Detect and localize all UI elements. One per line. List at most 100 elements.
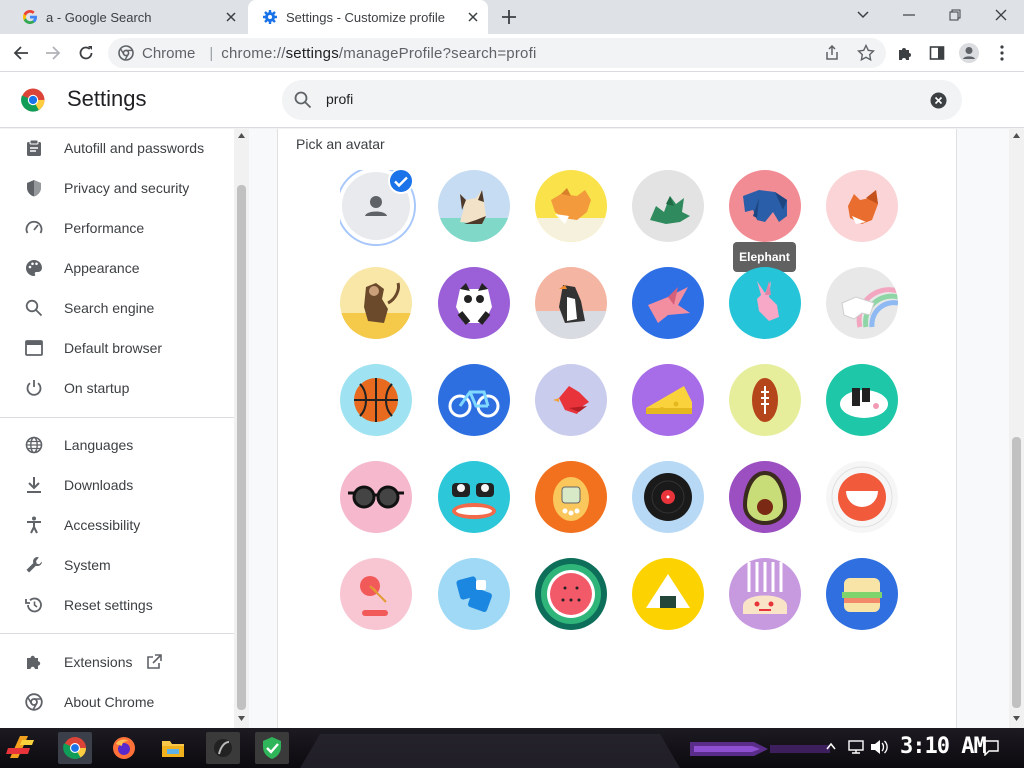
sidebar-item-privacy[interactable]: Privacy and security xyxy=(0,168,234,208)
avatar-monkey[interactable] xyxy=(340,267,412,339)
avatar-pizza[interactable] xyxy=(729,558,801,630)
tab-settings[interactable]: Settings - Customize profile xyxy=(248,0,488,34)
taskbar-purple-accent xyxy=(690,742,768,756)
chevron-up-icon[interactable] xyxy=(826,742,836,750)
avatar xyxy=(959,43,979,63)
avatar-ice-cream[interactable] xyxy=(340,558,412,630)
media-icon[interactable] xyxy=(206,732,240,764)
avatar-panda[interactable] xyxy=(438,267,510,339)
bookmark-star-icon[interactable] xyxy=(857,44,875,62)
arrow-right-icon xyxy=(46,46,61,60)
sidebar-item-performance[interactable]: Performance xyxy=(0,208,234,248)
firefox-icon[interactable] xyxy=(107,732,141,764)
avatar-tamagotchi[interactable] xyxy=(535,461,607,533)
avatar-rabbit[interactable] xyxy=(729,267,801,339)
site-label: Chrome xyxy=(142,44,196,62)
scroll-down-arrow-icon[interactable] xyxy=(238,716,245,721)
avatar-sunglasses[interactable] xyxy=(340,461,412,533)
search-input[interactable]: profi xyxy=(282,80,962,120)
new-tab-button[interactable] xyxy=(498,6,520,28)
avatar-blocks[interactable] xyxy=(438,558,510,630)
start-icon[interactable] xyxy=(4,732,38,764)
tab-google-search[interactable]: a - Google Search xyxy=(8,0,246,34)
sidebar-item-appearance[interactable]: Appearance xyxy=(0,248,234,288)
avatar-avocado[interactable] xyxy=(729,461,801,533)
avatar-sushi-plate[interactable] xyxy=(826,364,898,436)
sidebar-scrollbar-thumb[interactable] xyxy=(237,185,246,710)
notifications-icon[interactable] xyxy=(983,740,999,756)
system-clock[interactable]: 3:10 AM xyxy=(900,734,987,759)
address-bar[interactable]: Chrome | chrome://settings/manageProfile… xyxy=(108,38,886,68)
chrome-logo-icon xyxy=(24,692,44,712)
avatar-unicorn[interactable] xyxy=(826,267,898,339)
sidebar-item-autofill[interactable]: Autofill and passwords xyxy=(0,128,234,168)
avatar-cat[interactable] xyxy=(438,170,510,242)
sidebar-item-about-chrome[interactable]: About Chrome xyxy=(0,682,234,722)
forward-button[interactable] xyxy=(38,38,68,68)
avatar-butterfly[interactable] xyxy=(632,267,704,339)
file-explorer-icon[interactable] xyxy=(156,732,190,764)
side-panel-button[interactable] xyxy=(922,38,952,68)
avatar-sandwich[interactable] xyxy=(826,558,898,630)
profile-button[interactable] xyxy=(954,38,984,68)
kebab-menu-icon xyxy=(1000,45,1004,61)
network-icon[interactable] xyxy=(848,740,864,754)
power-icon xyxy=(24,378,44,398)
avatar-football[interactable] xyxy=(729,364,801,436)
close-window-button[interactable] xyxy=(987,2,1015,28)
wrench-icon xyxy=(24,555,44,575)
avatar-dragon[interactable] xyxy=(632,170,704,242)
shield-icon xyxy=(24,178,44,198)
chrome-icon[interactable] xyxy=(58,732,92,764)
shield-app-icon[interactable] xyxy=(255,732,289,764)
avatar-basketball[interactable] xyxy=(340,364,412,436)
sidebar-item-default-browser[interactable]: Default browser xyxy=(0,328,234,368)
sidebar-divider xyxy=(0,417,234,418)
avatar-watermelon[interactable] xyxy=(535,558,607,630)
avatar-bird[interactable] xyxy=(535,364,607,436)
scroll-up-arrow-icon[interactable] xyxy=(238,133,245,138)
avatar-vinyl[interactable] xyxy=(632,461,704,533)
sidebar-item-downloads[interactable]: Downloads xyxy=(0,465,234,505)
scroll-down-arrow-icon[interactable] xyxy=(1013,716,1020,721)
globe-icon xyxy=(24,435,44,455)
search-icon xyxy=(294,91,312,109)
sidebar-item-reset-settings[interactable]: Reset settings xyxy=(0,585,234,625)
scroll-up-arrow-icon[interactable] xyxy=(1013,133,1020,138)
avatar-bike[interactable] xyxy=(438,364,510,436)
sidebar-item-label: Extensions xyxy=(64,654,133,670)
extensions-button[interactable] xyxy=(890,38,920,68)
avatar-generic-person-selected[interactable] xyxy=(340,168,416,246)
avatar-penguin[interactable] xyxy=(535,267,607,339)
sidebar-item-on-startup[interactable]: On startup xyxy=(0,368,234,408)
volume-icon[interactable] xyxy=(870,739,888,755)
tab-strip: a - Google Search Settings - Customize p… xyxy=(0,0,1024,34)
chrome-logo-icon xyxy=(21,88,45,112)
avatar-cheese[interactable] xyxy=(632,364,704,436)
restore-icon xyxy=(949,9,961,21)
menu-button[interactable] xyxy=(987,38,1017,68)
avatar-fox[interactable] xyxy=(826,170,898,242)
avatar-onigiri[interactable] xyxy=(632,558,704,630)
clear-search-icon[interactable] xyxy=(930,92,947,109)
minimize-button[interactable] xyxy=(895,2,923,28)
avatar-elephant[interactable] xyxy=(729,170,801,242)
share-icon[interactable] xyxy=(824,45,840,61)
restore-button[interactable] xyxy=(941,2,969,28)
main-scrollbar-thumb[interactable] xyxy=(1012,437,1021,708)
reload-button[interactable] xyxy=(71,38,101,68)
avatar-fox-dog[interactable] xyxy=(535,170,607,242)
sidebar-item-languages[interactable]: Languages xyxy=(0,425,234,465)
tab-search-button[interactable] xyxy=(849,2,877,28)
download-icon xyxy=(24,475,44,495)
sidebar-item-search-engine[interactable]: Search engine xyxy=(0,288,234,328)
sidebar-item-extensions[interactable]: Extensions xyxy=(0,642,234,682)
sidebar-item-accessibility[interactable]: Accessibility xyxy=(0,505,234,545)
settings-header: Settings profi xyxy=(0,72,1024,128)
avatar-sushi[interactable] xyxy=(438,461,510,533)
back-button[interactable] xyxy=(6,38,36,68)
sidebar-item-system[interactable]: System xyxy=(0,545,234,585)
close-tab-icon[interactable] xyxy=(220,6,242,28)
avatar-smile[interactable] xyxy=(826,461,898,533)
close-tab-icon[interactable] xyxy=(462,6,484,28)
